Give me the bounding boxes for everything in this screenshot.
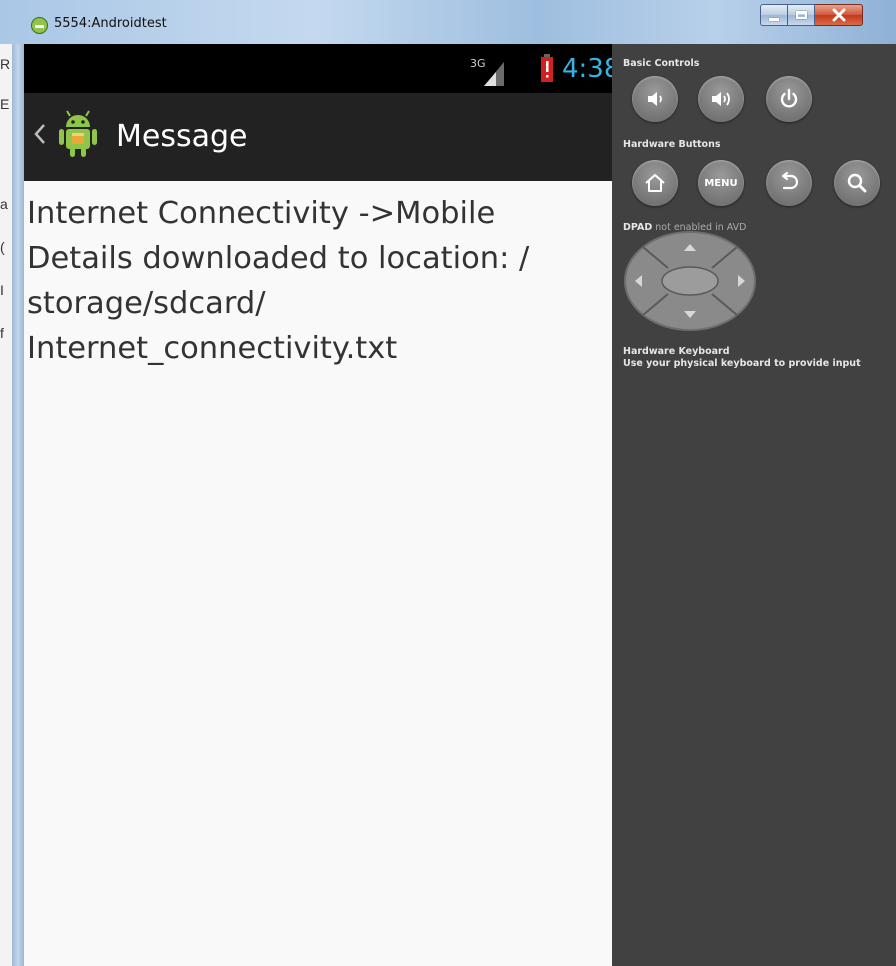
battery-low-icon: [541, 54, 553, 82]
message-line: Internet Connectivity ->Mobile: [27, 196, 496, 231]
background-window-strip: R E a ( I f: [0, 44, 12, 966]
screen-title: Message: [116, 119, 248, 154]
back-arrow-icon: [781, 171, 799, 190]
volume-down-button[interactable]: [632, 76, 678, 122]
minimize-icon: [769, 17, 779, 21]
volume-up-icon: [712, 92, 730, 106]
hardware-keyboard-info: Hardware Keyboard Use your physical keyb…: [623, 346, 861, 370]
edge-char: R: [0, 56, 10, 72]
edge-char: I: [0, 282, 4, 298]
chevron-left-icon[interactable]: [33, 123, 47, 145]
message-line: Internet_connectivity.txt: [27, 331, 398, 366]
maximize-icon: [795, 11, 807, 19]
home-icon: [645, 174, 665, 192]
window-title: 5554:Androidtest: [54, 16, 167, 31]
emulator-window: 5554:Androidtest R E a ( I f 3G 4:38 Mes…: [0, 0, 896, 966]
basic-controls-label: Basic Controls: [623, 58, 700, 69]
search-icon: [847, 173, 867, 193]
network-type: 3G: [470, 57, 486, 70]
search-button[interactable]: [834, 160, 880, 206]
android-screen[interactable]: 3G 4:38 Message Internet Connectivity ->…: [24, 44, 620, 966]
maximize-button[interactable]: [788, 4, 815, 26]
signal-3g-icon: 3G: [470, 57, 504, 86]
power-button[interactable]: [766, 76, 812, 122]
message-content: Internet Connectivity ->Mobile Details d…: [27, 191, 587, 371]
close-button[interactable]: [815, 4, 863, 26]
edge-char: a: [0, 196, 8, 212]
android-app-icon[interactable]: [58, 109, 98, 159]
home-button[interactable]: [632, 160, 678, 206]
minimize-button[interactable]: [760, 4, 788, 26]
action-bar: Message: [24, 93, 612, 181]
status-bar: 3G 4:38: [24, 44, 620, 93]
volume-down-icon: [648, 92, 662, 106]
android-app-icon: [31, 17, 48, 34]
window-controls: [760, 4, 863, 28]
edge-char: (: [0, 239, 5, 255]
hardware-keyboard-description: Use your physical keyboard to provide in…: [623, 358, 861, 369]
edge-char: E: [0, 96, 10, 112]
edge-char: f: [0, 325, 4, 341]
power-icon: [780, 88, 798, 108]
message-line: Details downloaded to location: /: [27, 241, 530, 276]
hardware-keyboard-title: Hardware Keyboard: [623, 346, 730, 357]
menu-button-label: MENU: [704, 177, 738, 189]
back-button[interactable]: [766, 160, 812, 206]
emulator-controls-panel: Basic Controls Hardware Buttons MENU DPA…: [612, 44, 896, 966]
hardware-buttons-label: Hardware Buttons: [623, 139, 721, 150]
message-line: storage/sdcard/: [27, 286, 266, 321]
volume-up-button[interactable]: [698, 76, 744, 122]
menu-button[interactable]: MENU: [698, 160, 744, 206]
title-bar[interactable]: 5554:Androidtest: [0, 0, 896, 44]
close-icon: [832, 8, 845, 22]
window-frame-left: [12, 44, 24, 966]
dpad-icon[interactable]: [623, 230, 757, 332]
